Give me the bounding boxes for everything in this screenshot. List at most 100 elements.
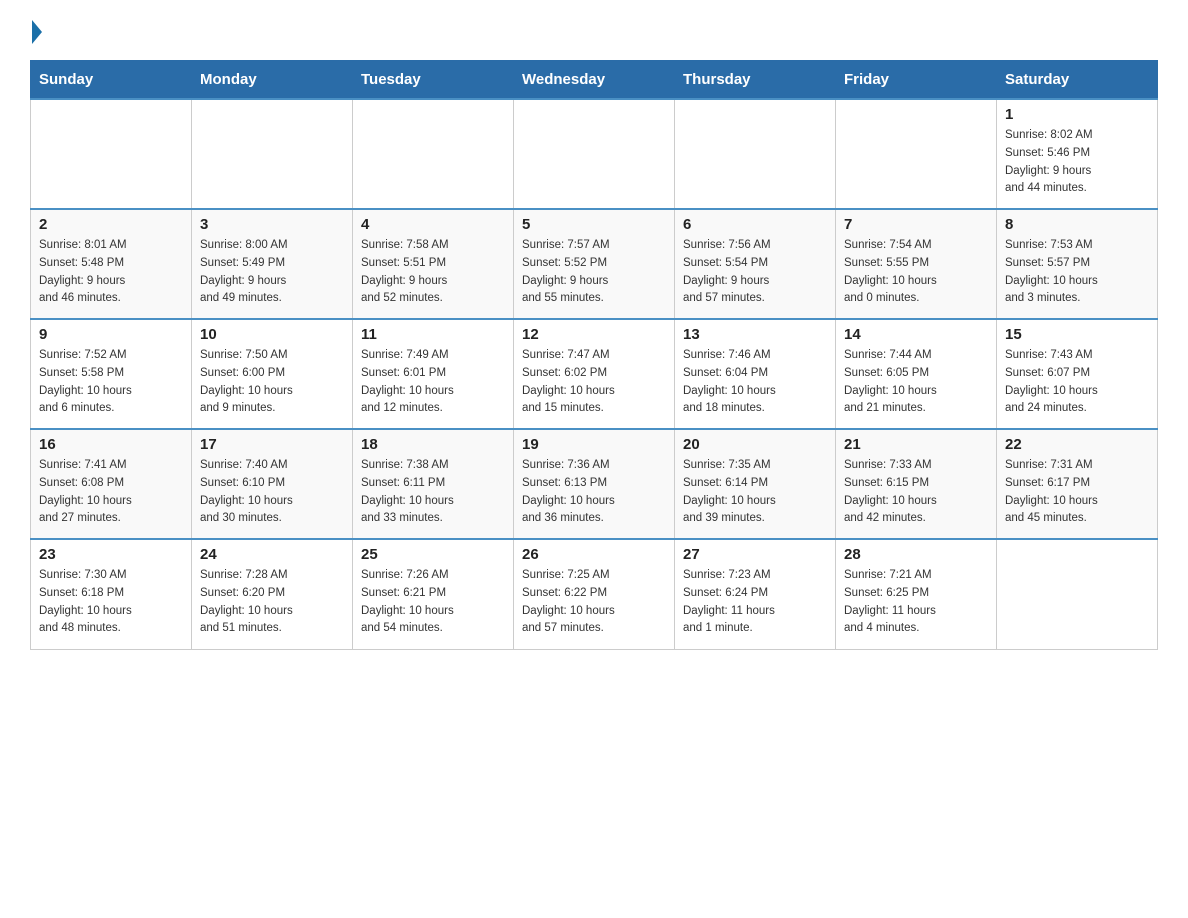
day-number: 3 (200, 216, 344, 233)
calendar-cell: 28 Sunrise: 7:21 AMSunset: 6:25 PMDayligh… (836, 539, 997, 649)
calendar-cell (836, 99, 997, 209)
calendar-week-4: 16 Sunrise: 7:41 AMSunset: 6:08 PMDayligh… (31, 429, 1158, 539)
logo (30, 20, 44, 44)
calendar-cell: 16 Sunrise: 7:41 AMSunset: 6:08 PMDayligh… (31, 429, 192, 539)
day-info: Sunrise: 7:53 AMSunset: 5:57 PMDaylight:… (1005, 237, 1149, 308)
weekday-header-saturday: Saturday (997, 61, 1158, 100)
day-info: Sunrise: 8:01 AMSunset: 5:48 PMDaylight:… (39, 237, 183, 308)
day-info: Sunrise: 8:02 AMSunset: 5:46 PMDaylight:… (1005, 127, 1149, 198)
calendar-cell: 1 Sunrise: 8:02 AMSunset: 5:46 PMDaylight… (997, 99, 1158, 209)
day-info: Sunrise: 8:00 AMSunset: 5:49 PMDaylight:… (200, 237, 344, 308)
day-number: 25 (361, 546, 505, 563)
day-number: 12 (522, 326, 666, 343)
day-number: 21 (844, 436, 988, 453)
calendar-cell: 12 Sunrise: 7:47 AMSunset: 6:02 PMDayligh… (514, 319, 675, 429)
day-info: Sunrise: 7:23 AMSunset: 6:24 PMDaylight:… (683, 567, 827, 638)
calendar-cell: 14 Sunrise: 7:44 AMSunset: 6:05 PMDayligh… (836, 319, 997, 429)
calendar-cell: 13 Sunrise: 7:46 AMSunset: 6:04 PMDayligh… (675, 319, 836, 429)
day-info: Sunrise: 7:41 AMSunset: 6:08 PMDaylight:… (39, 457, 183, 528)
day-info: Sunrise: 7:44 AMSunset: 6:05 PMDaylight:… (844, 347, 988, 418)
calendar-cell (31, 99, 192, 209)
day-info: Sunrise: 7:31 AMSunset: 6:17 PMDaylight:… (1005, 457, 1149, 528)
calendar-table: SundayMondayTuesdayWednesdayThursdayFrid… (30, 60, 1158, 650)
weekday-header-row: SundayMondayTuesdayWednesdayThursdayFrid… (31, 61, 1158, 100)
day-info: Sunrise: 7:46 AMSunset: 6:04 PMDaylight:… (683, 347, 827, 418)
calendar-week-5: 23 Sunrise: 7:30 AMSunset: 6:18 PMDayligh… (31, 539, 1158, 649)
day-info: Sunrise: 7:52 AMSunset: 5:58 PMDaylight:… (39, 347, 183, 418)
weekday-header-sunday: Sunday (31, 61, 192, 100)
day-info: Sunrise: 7:33 AMSunset: 6:15 PMDaylight:… (844, 457, 988, 528)
weekday-header-friday: Friday (836, 61, 997, 100)
calendar-cell: 26 Sunrise: 7:25 AMSunset: 6:22 PMDayligh… (514, 539, 675, 649)
day-number: 18 (361, 436, 505, 453)
day-info: Sunrise: 7:28 AMSunset: 6:20 PMDaylight:… (200, 567, 344, 638)
calendar-week-2: 2 Sunrise: 8:01 AMSunset: 5:48 PMDaylight… (31, 209, 1158, 319)
calendar-cell (192, 99, 353, 209)
day-info: Sunrise: 7:47 AMSunset: 6:02 PMDaylight:… (522, 347, 666, 418)
calendar-cell: 6 Sunrise: 7:56 AMSunset: 5:54 PMDaylight… (675, 209, 836, 319)
day-info: Sunrise: 7:35 AMSunset: 6:14 PMDaylight:… (683, 457, 827, 528)
day-info: Sunrise: 7:50 AMSunset: 6:00 PMDaylight:… (200, 347, 344, 418)
day-number: 9 (39, 326, 183, 343)
calendar-cell: 17Sunrise: 7:40 AMSunset: 6:10 PMDayligh… (192, 429, 353, 539)
weekday-header-thursday: Thursday (675, 61, 836, 100)
day-number: 15 (1005, 326, 1149, 343)
calendar-cell (675, 99, 836, 209)
calendar-cell: 2 Sunrise: 8:01 AMSunset: 5:48 PMDaylight… (31, 209, 192, 319)
day-number: 24 (200, 546, 344, 563)
day-number: 13 (683, 326, 827, 343)
day-info: Sunrise: 7:38 AMSunset: 6:11 PMDaylight:… (361, 457, 505, 528)
day-info: Sunrise: 7:21 AMSunset: 6:25 PMDaylight:… (844, 567, 988, 638)
calendar-cell: 23 Sunrise: 7:30 AMSunset: 6:18 PMDayligh… (31, 539, 192, 649)
calendar-cell (514, 99, 675, 209)
calendar-cell: 9 Sunrise: 7:52 AMSunset: 5:58 PMDaylight… (31, 319, 192, 429)
page-header (30, 20, 1158, 44)
logo-arrow-icon (32, 20, 42, 44)
day-number: 17 (200, 436, 344, 453)
calendar-cell: 18 Sunrise: 7:38 AMSunset: 6:11 PMDayligh… (353, 429, 514, 539)
day-info: Sunrise: 7:54 AMSunset: 5:55 PMDaylight:… (844, 237, 988, 308)
calendar-cell (997, 539, 1158, 649)
calendar-cell: 5 Sunrise: 7:57 AMSunset: 5:52 PMDaylight… (514, 209, 675, 319)
day-number: 8 (1005, 216, 1149, 233)
day-number: 14 (844, 326, 988, 343)
calendar-cell: 7 Sunrise: 7:54 AMSunset: 5:55 PMDaylight… (836, 209, 997, 319)
day-number: 1 (1005, 106, 1149, 123)
day-number: 10 (200, 326, 344, 343)
day-number: 26 (522, 546, 666, 563)
calendar-cell (353, 99, 514, 209)
day-number: 2 (39, 216, 183, 233)
day-number: 27 (683, 546, 827, 563)
day-number: 7 (844, 216, 988, 233)
calendar-cell: 11Sunrise: 7:49 AMSunset: 6:01 PMDayligh… (353, 319, 514, 429)
day-number: 16 (39, 436, 183, 453)
calendar-week-3: 9 Sunrise: 7:52 AMSunset: 5:58 PMDaylight… (31, 319, 1158, 429)
calendar-cell: 20 Sunrise: 7:35 AMSunset: 6:14 PMDayligh… (675, 429, 836, 539)
day-number: 28 (844, 546, 988, 563)
day-info: Sunrise: 7:26 AMSunset: 6:21 PMDaylight:… (361, 567, 505, 638)
calendar-cell: 19Sunrise: 7:36 AMSunset: 6:13 PMDayligh… (514, 429, 675, 539)
calendar-cell: 21 Sunrise: 7:33 AMSunset: 6:15 PMDayligh… (836, 429, 997, 539)
calendar-cell: 8 Sunrise: 7:53 AMSunset: 5:57 PMDaylight… (997, 209, 1158, 319)
calendar-cell: 22Sunrise: 7:31 AMSunset: 6:17 PMDayligh… (997, 429, 1158, 539)
day-info: Sunrise: 7:56 AMSunset: 5:54 PMDaylight:… (683, 237, 827, 308)
calendar-cell: 10 Sunrise: 7:50 AMSunset: 6:00 PMDayligh… (192, 319, 353, 429)
day-info: Sunrise: 7:36 AMSunset: 6:13 PMDaylight:… (522, 457, 666, 528)
day-info: Sunrise: 7:30 AMSunset: 6:18 PMDaylight:… (39, 567, 183, 638)
day-info: Sunrise: 7:57 AMSunset: 5:52 PMDaylight:… (522, 237, 666, 308)
weekday-header-tuesday: Tuesday (353, 61, 514, 100)
day-number: 11 (361, 326, 505, 343)
day-number: 23 (39, 546, 183, 563)
day-number: 4 (361, 216, 505, 233)
calendar-cell: 25 Sunrise: 7:26 AMSunset: 6:21 PMDayligh… (353, 539, 514, 649)
calendar-week-1: 1 Sunrise: 8:02 AMSunset: 5:46 PMDaylight… (31, 99, 1158, 209)
day-number: 20 (683, 436, 827, 453)
day-info: Sunrise: 7:43 AMSunset: 6:07 PMDaylight:… (1005, 347, 1149, 418)
calendar-cell: 3 Sunrise: 8:00 AMSunset: 5:49 PMDaylight… (192, 209, 353, 319)
day-number: 6 (683, 216, 827, 233)
calendar-cell: 15 Sunrise: 7:43 AMSunset: 6:07 PMDayligh… (997, 319, 1158, 429)
day-info: Sunrise: 7:25 AMSunset: 6:22 PMDaylight:… (522, 567, 666, 638)
day-number: 5 (522, 216, 666, 233)
calendar-cell: 24 Sunrise: 7:28 AMSunset: 6:20 PMDayligh… (192, 539, 353, 649)
day-info: Sunrise: 7:58 AMSunset: 5:51 PMDaylight:… (361, 237, 505, 308)
